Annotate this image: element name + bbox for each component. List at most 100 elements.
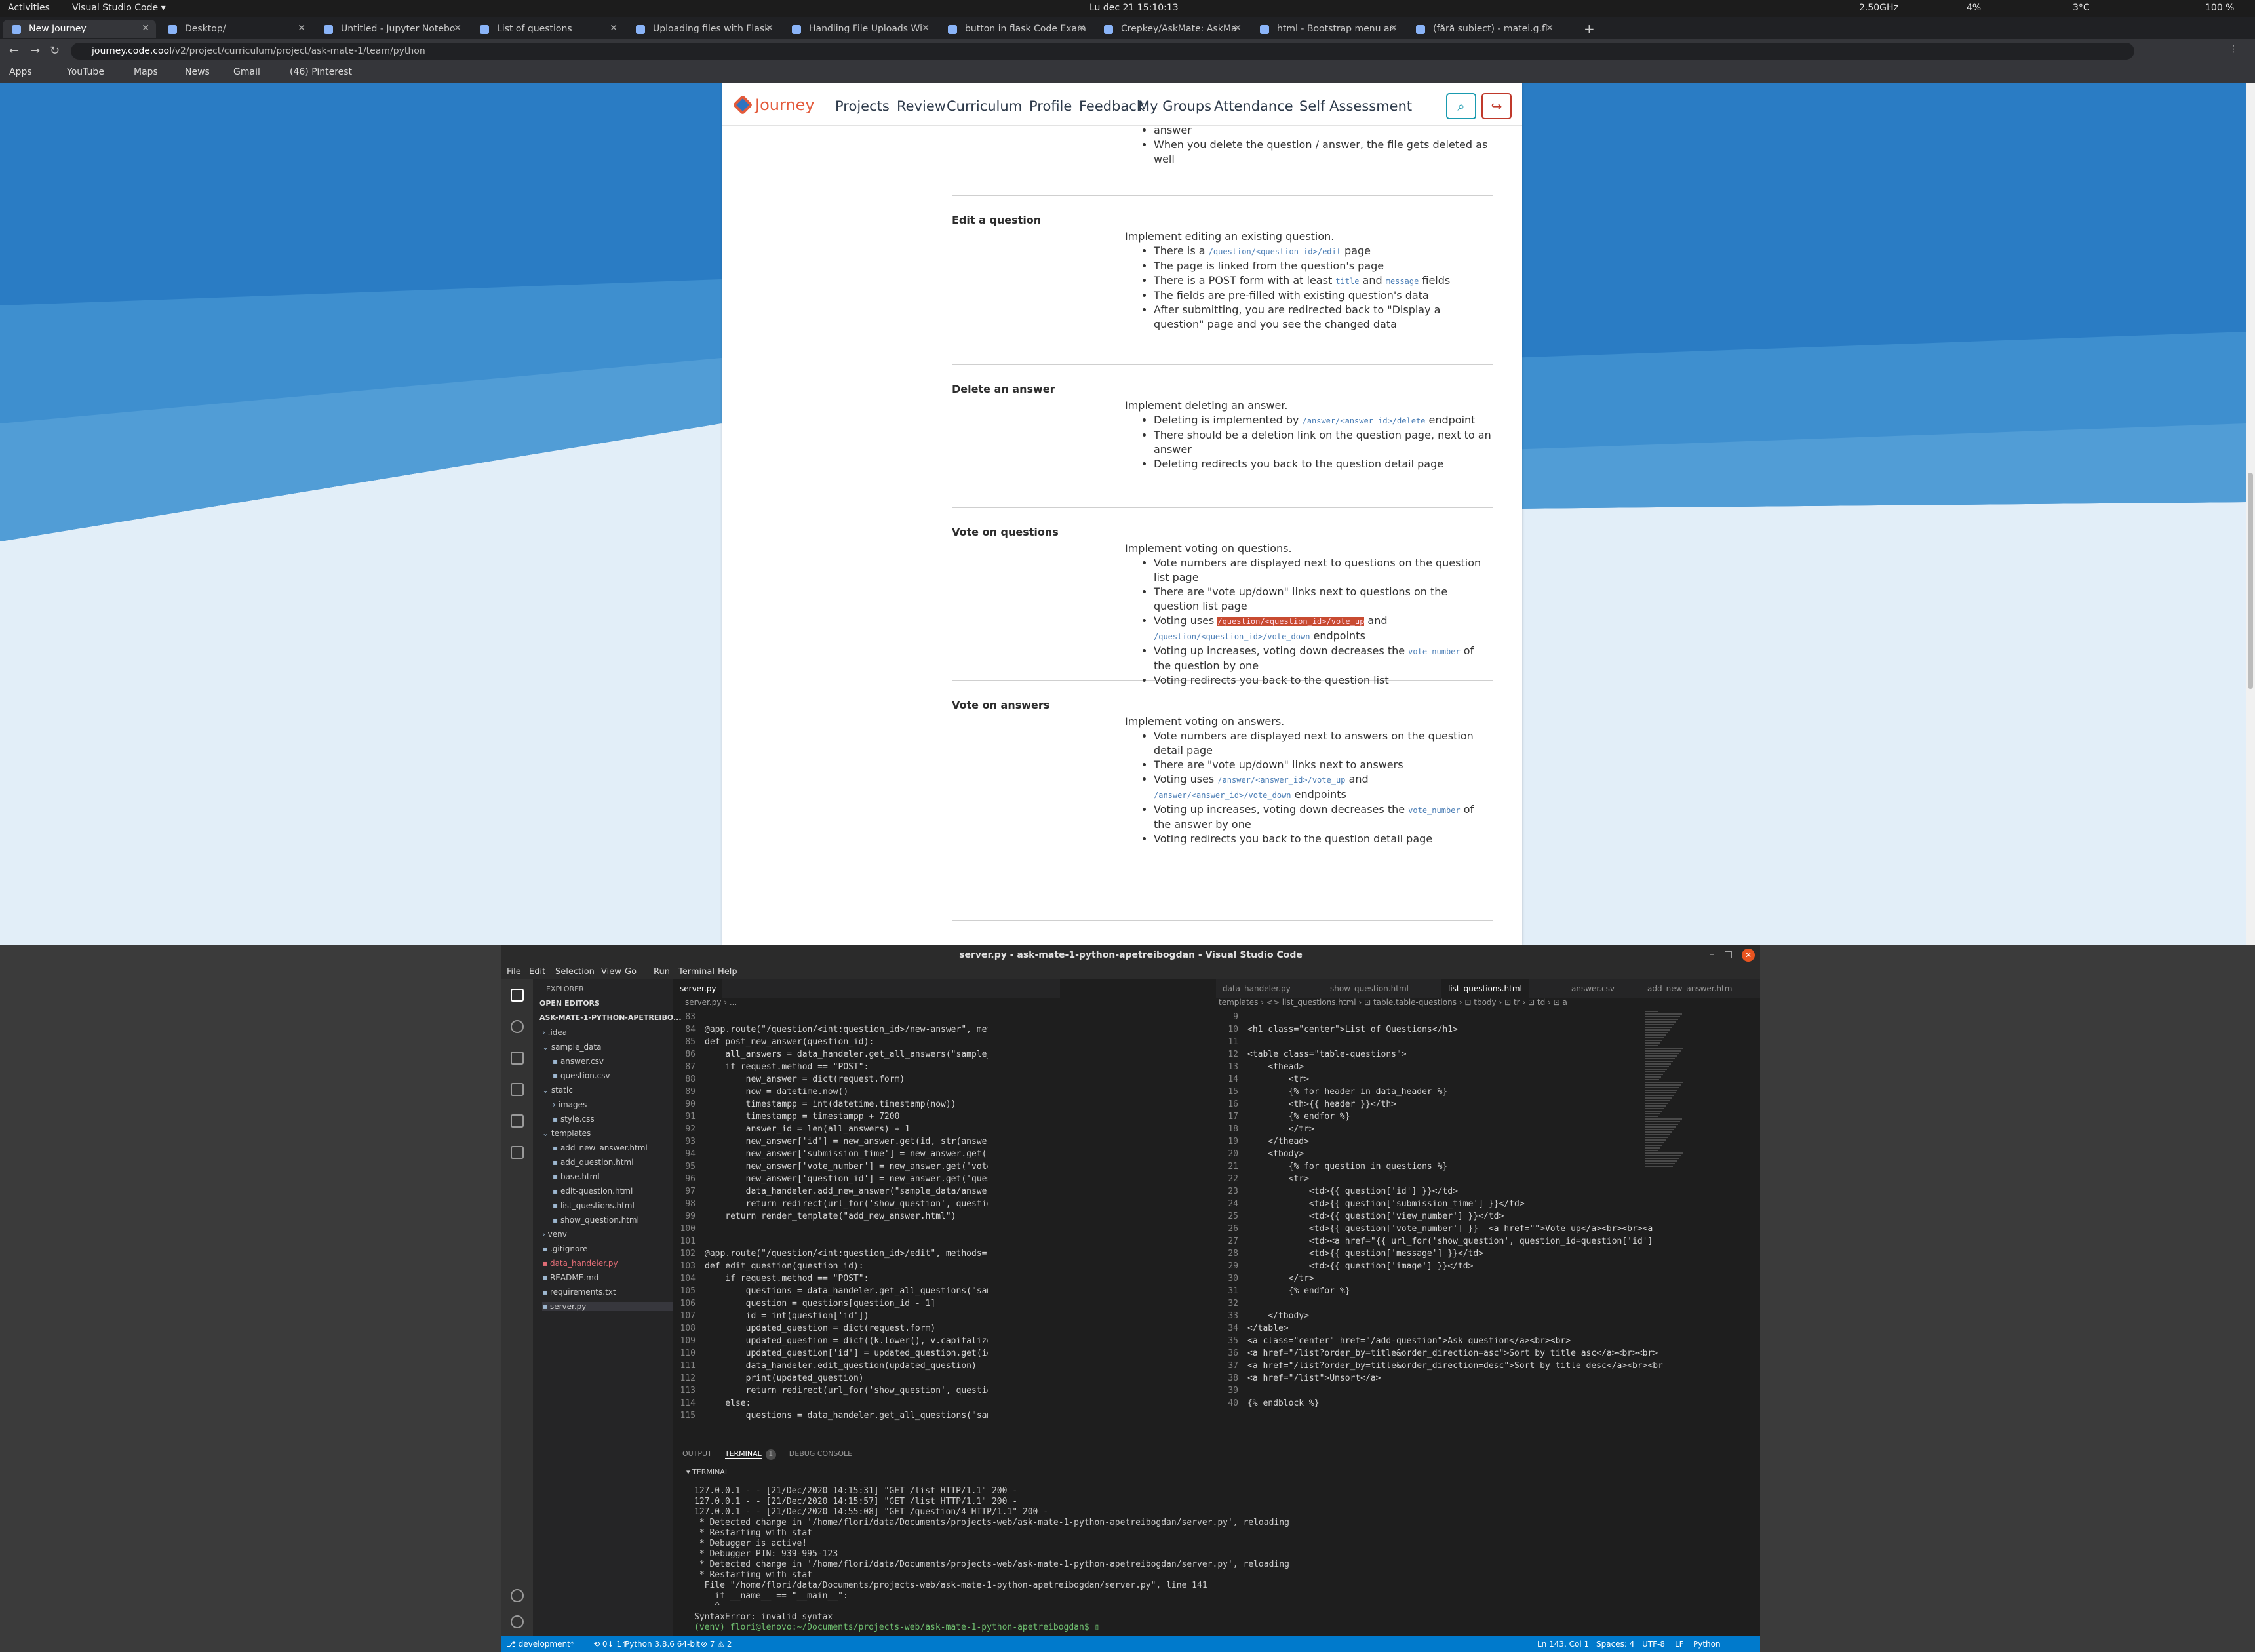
- browser-tab[interactable]: List of questions ✕: [471, 20, 624, 38]
- editor-tab[interactable]: show_question.html: [1324, 979, 1415, 998]
- tab-close-icon[interactable]: ✕: [1546, 23, 1554, 33]
- editor-tab[interactable]: server.py: [673, 979, 723, 998]
- browser-tab[interactable]: New Journey ✕: [3, 20, 156, 38]
- project-header[interactable]: ASK-MATE-1-PYTHON-APETREIBO...: [539, 1013, 682, 1022]
- bookmark-item[interactable]: (46) Pinterest: [290, 67, 352, 77]
- address-bar[interactable]: journey.code.cool/v2/project/curriculum/…: [71, 43, 2134, 60]
- menu-item-terminal[interactable]: Terminal: [678, 967, 715, 977]
- tab-close-icon[interactable]: ✕: [1078, 23, 1086, 33]
- back-icon[interactable]: ←: [9, 44, 19, 58]
- tree-item[interactable]: ▪ README.md: [542, 1273, 598, 1282]
- editor-tab[interactable]: list_questions.html: [1441, 979, 1529, 998]
- menu-item-file[interactable]: File: [507, 967, 521, 977]
- tree-item[interactable]: ▪ edit-question.html: [553, 1187, 633, 1196]
- tab-close-icon[interactable]: ✕: [766, 23, 774, 33]
- menu-item-edit[interactable]: Edit: [529, 967, 545, 977]
- bookmark-item[interactable]: Gmail: [233, 67, 260, 77]
- tree-item[interactable]: › images: [553, 1100, 587, 1109]
- bookmark-item[interactable]: Apps: [9, 67, 32, 77]
- menu-item-selection[interactable]: Selection: [555, 967, 595, 977]
- menu-item-go[interactable]: Go: [625, 967, 637, 977]
- tab-close-icon[interactable]: ✕: [1234, 23, 1242, 33]
- eol[interactable]: LF: [1675, 1640, 1684, 1649]
- tab-close-icon[interactable]: ✕: [298, 23, 305, 33]
- tree-item[interactable]: ▪ data_handeler.py: [542, 1259, 618, 1268]
- tab-close-icon[interactable]: ✕: [454, 23, 461, 33]
- menu-item-help[interactable]: Help: [718, 967, 737, 977]
- panel-tab[interactable]: OUTPUT: [682, 1449, 712, 1458]
- tree-item[interactable]: ▪ base.html: [553, 1172, 600, 1181]
- nav-link-self-assessment[interactable]: Self Assessment: [1299, 98, 1412, 114]
- logout-button[interactable]: ↪: [1481, 93, 1512, 119]
- browser-tab[interactable]: Uploading files with Flask ✕: [627, 20, 780, 38]
- tree-item[interactable]: ▪ question.csv: [553, 1071, 610, 1080]
- bookmark-item[interactable]: News: [185, 67, 210, 77]
- tree-item[interactable]: ⌄ templates: [542, 1129, 591, 1138]
- active-app-menu[interactable]: Visual Studio Code ▾: [72, 3, 166, 13]
- browser-tab[interactable]: Desktop/ ✕: [159, 20, 312, 38]
- tree-item[interactable]: ⌄ static: [542, 1086, 573, 1095]
- indentation[interactable]: Spaces: 4: [1596, 1640, 1634, 1649]
- battery-indicator[interactable]: 100 %: [2205, 3, 2234, 13]
- menu-item-run[interactable]: Run: [654, 967, 670, 977]
- panel-tab[interactable]: DEBUG CONSOLE: [789, 1449, 852, 1458]
- terminal-section-header[interactable]: ▾ TERMINAL: [686, 1468, 729, 1476]
- page-scrollbar[interactable]: [2246, 83, 2255, 945]
- run-debug-icon[interactable]: [511, 1083, 524, 1096]
- close-window-icon[interactable]: ✕: [1742, 949, 1755, 962]
- browser-tab[interactable]: Untitled - Jupyter Notebo ✕: [315, 20, 468, 38]
- explorer-icon[interactable]: [511, 989, 524, 1002]
- nav-link-profile[interactable]: Profile: [1029, 98, 1072, 114]
- testing-icon[interactable]: [511, 1146, 524, 1159]
- kebab-menu-icon[interactable]: ⋮: [2229, 44, 2238, 54]
- cursor-position[interactable]: Ln 143, Col 1: [1537, 1640, 1589, 1649]
- tree-item[interactable]: ▪ server.py: [542, 1302, 673, 1311]
- nav-link-my-groups[interactable]: My Groups: [1138, 98, 1211, 114]
- tree-item[interactable]: ▪ add_new_answer.html: [553, 1143, 648, 1152]
- minimize-icon[interactable]: –: [1710, 949, 1714, 960]
- open-editors-header[interactable]: OPEN EDITORS: [539, 999, 600, 1008]
- tree-item[interactable]: › venv: [542, 1230, 567, 1239]
- tree-item[interactable]: ▪ style.css: [553, 1114, 595, 1124]
- language-mode[interactable]: Python: [1693, 1640, 1721, 1649]
- browser-tab[interactable]: button in flask Code Exam ✕: [939, 20, 1092, 38]
- tab-close-icon[interactable]: ✕: [1390, 23, 1398, 33]
- browser-tab[interactable]: Handling File Uploads Wi ✕: [783, 20, 936, 38]
- python-interpreter[interactable]: Python 3.8.6 64-bit: [625, 1640, 700, 1649]
- source-control-icon[interactable]: [511, 1052, 524, 1065]
- tree-item[interactable]: ▪ list_questions.html: [553, 1201, 635, 1210]
- terminal-output[interactable]: 127.0.0.1 - - [21/Dec/2020 14:15:31] "GE…: [694, 1486, 1289, 1633]
- tree-item[interactable]: ⌄ sample_data: [542, 1042, 602, 1052]
- left-code-editor[interactable]: 83 84 @app.route("/question/<int:question_…: [673, 1011, 988, 1440]
- browser-tab[interactable]: (fără subiect) - matei.g.fl ✕: [1407, 20, 1560, 38]
- activities-button[interactable]: Activities: [8, 3, 50, 13]
- settings-gear-icon[interactable]: [511, 1615, 524, 1628]
- browser-tab[interactable]: html - Bootstrap menu an ✕: [1251, 20, 1404, 38]
- tree-item[interactable]: ▪ add_question.html: [553, 1158, 634, 1167]
- tree-item[interactable]: ▪ .gitignore: [542, 1244, 587, 1253]
- browser-tab[interactable]: Crepkey/AskMate: AskMa ✕: [1095, 20, 1248, 38]
- encoding[interactable]: UTF-8: [1642, 1640, 1665, 1649]
- account-icon[interactable]: [511, 1589, 524, 1602]
- tree-item[interactable]: › .idea: [542, 1028, 567, 1037]
- nav-link-review[interactable]: Review: [897, 98, 946, 114]
- problems-indicator[interactable]: ⊘ 7 ⚠ 2: [701, 1640, 732, 1649]
- nav-link-curriculum[interactable]: Curriculum: [947, 98, 1022, 114]
- panel-tab[interactable]: TERMINAL: [724, 1449, 762, 1459]
- scrollbar-thumb[interactable]: [2248, 473, 2253, 689]
- editor-tab[interactable]: data_handeler.py: [1216, 979, 1297, 998]
- branch-indicator[interactable]: ⎇ development*: [507, 1640, 574, 1649]
- reload-icon[interactable]: ↻: [50, 44, 60, 58]
- right-code-editor[interactable]: 9 10 <h1 class="center">List of Questions<…: [1216, 1011, 1708, 1440]
- forward-icon[interactable]: →: [30, 44, 40, 58]
- bookmark-item[interactable]: YouTube: [67, 67, 104, 77]
- search-icon[interactable]: [511, 1020, 524, 1033]
- editor-tab[interactable]: answer.csv: [1565, 979, 1621, 998]
- menu-item-view[interactable]: View: [601, 967, 621, 977]
- journey-logo[interactable]: Journey: [732, 94, 815, 115]
- tree-item[interactable]: ▪ requirements.txt: [542, 1288, 616, 1297]
- tab-close-icon[interactable]: ✕: [610, 23, 618, 33]
- nav-link-feedback[interactable]: Feedback: [1079, 98, 1145, 114]
- tab-close-icon[interactable]: ✕: [922, 23, 930, 33]
- new-tab-icon[interactable]: +: [1584, 21, 1595, 37]
